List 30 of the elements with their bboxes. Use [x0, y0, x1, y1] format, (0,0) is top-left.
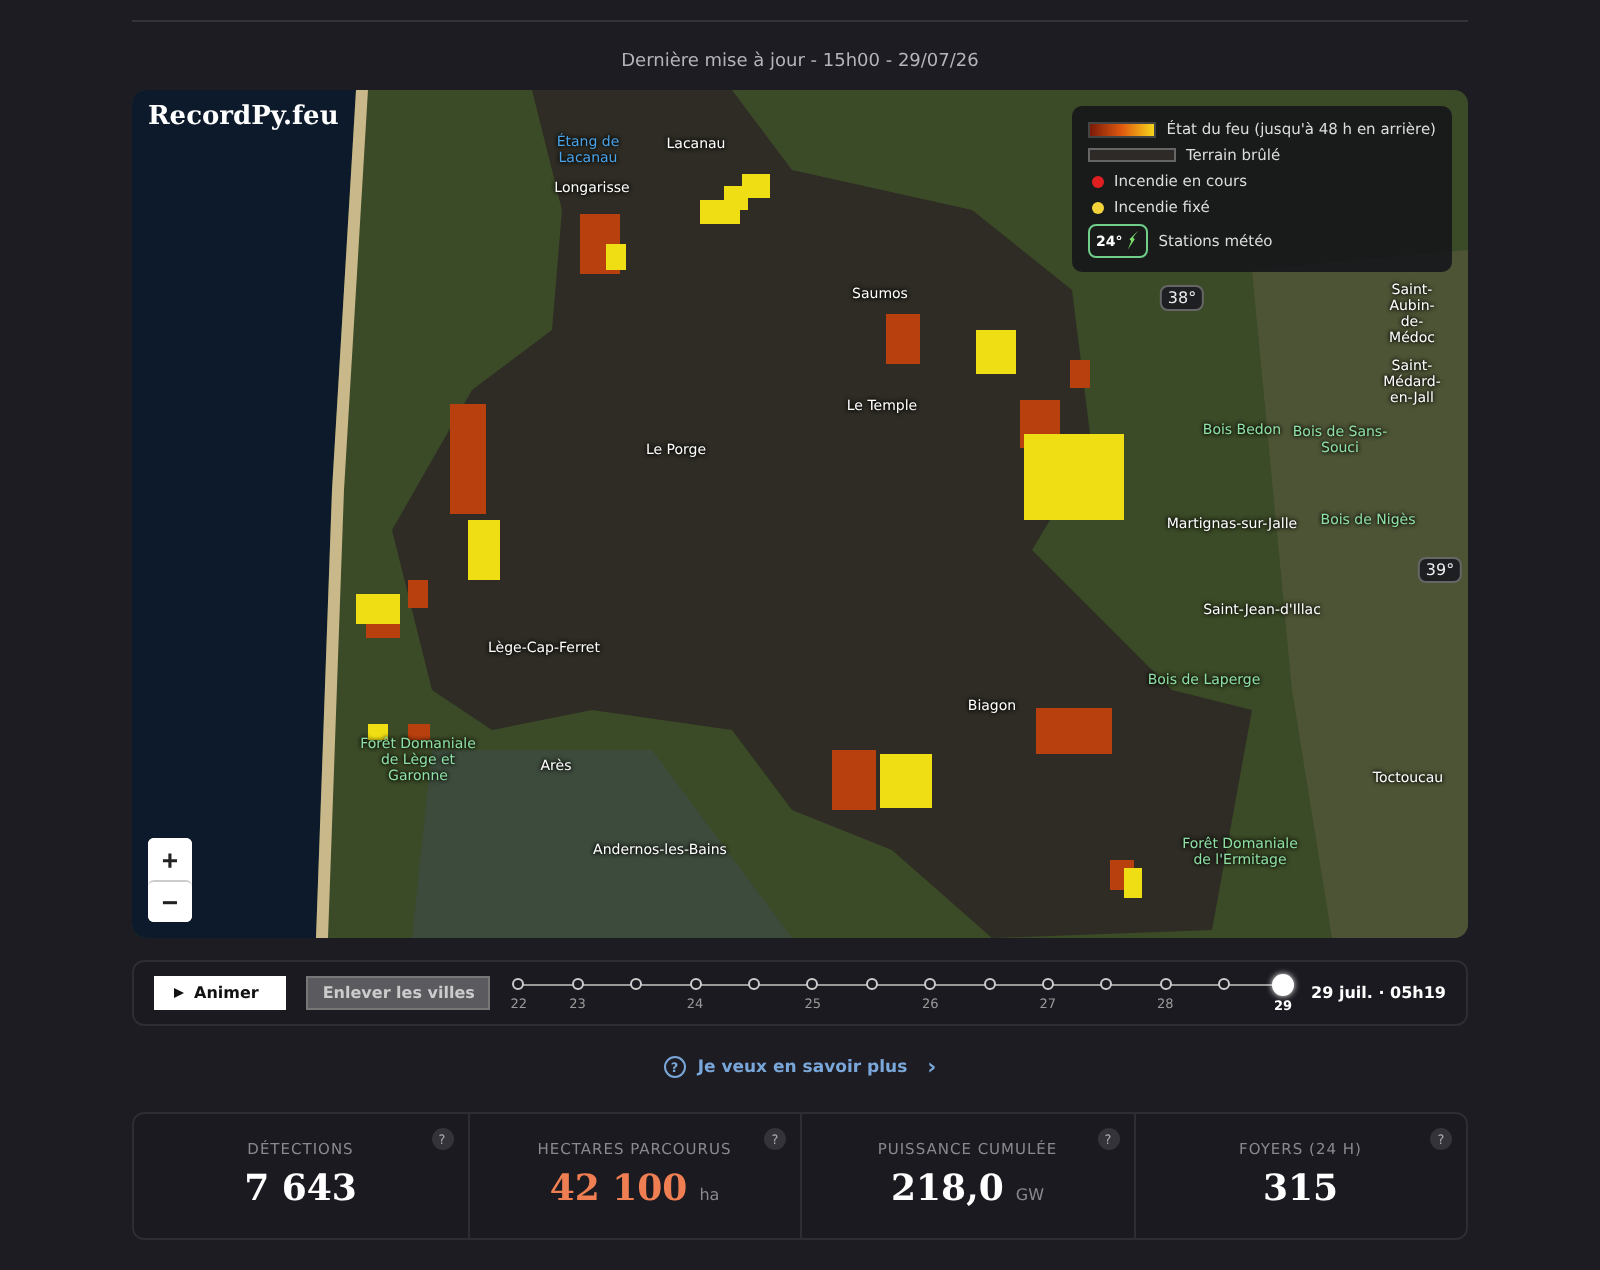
timeline-point[interactable] — [630, 977, 643, 989]
timeline-point[interactable] — [512, 977, 525, 989]
stat-value: 315 — [1262, 1168, 1339, 1210]
timeline-point[interactable] — [983, 977, 996, 989]
timeline-point[interactable] — [1100, 977, 1113, 989]
play-icon — [174, 988, 184, 998]
current-time-text: 29 juil. · 05h19 — [1311, 984, 1446, 1002]
temperature-badge[interactable]: 38° — [1159, 285, 1205, 311]
stat-unit: ha — [699, 1186, 720, 1204]
timeline-point[interactable] — [924, 977, 937, 989]
timeline-point[interactable] — [689, 977, 702, 989]
timeline-point[interactable] — [747, 977, 760, 989]
timeline-point[interactable] — [1159, 977, 1172, 989]
timeline-point[interactable] — [806, 977, 819, 989]
animate-button[interactable]: Animer — [154, 976, 287, 1010]
timeline-point[interactable] — [1218, 977, 1231, 989]
stat-value: 7 643 — [244, 1168, 357, 1210]
timeline-point[interactable] — [865, 977, 878, 989]
temperature-badge[interactable]: 39° — [1417, 557, 1463, 583]
gradient-swatch — [1088, 121, 1157, 137]
zoom-out-button[interactable]: − — [148, 880, 192, 922]
hide-cities-button[interactable]: Enlever les villes — [306, 976, 491, 1010]
brand-logo-text: RecordPy.feu — [148, 102, 339, 132]
timeline-point[interactable] — [1041, 977, 1054, 989]
burned-swatch — [1088, 148, 1176, 162]
timeline-point[interactable] — [571, 977, 584, 989]
stat-value: 218,0 — [891, 1168, 1004, 1210]
last-update-text: Dernière mise à jour - 15h00 - 29/07/26 — [619, 52, 981, 72]
stat-value: 42 100 — [549, 1168, 688, 1210]
stat-unit: GW — [1015, 1186, 1044, 1204]
